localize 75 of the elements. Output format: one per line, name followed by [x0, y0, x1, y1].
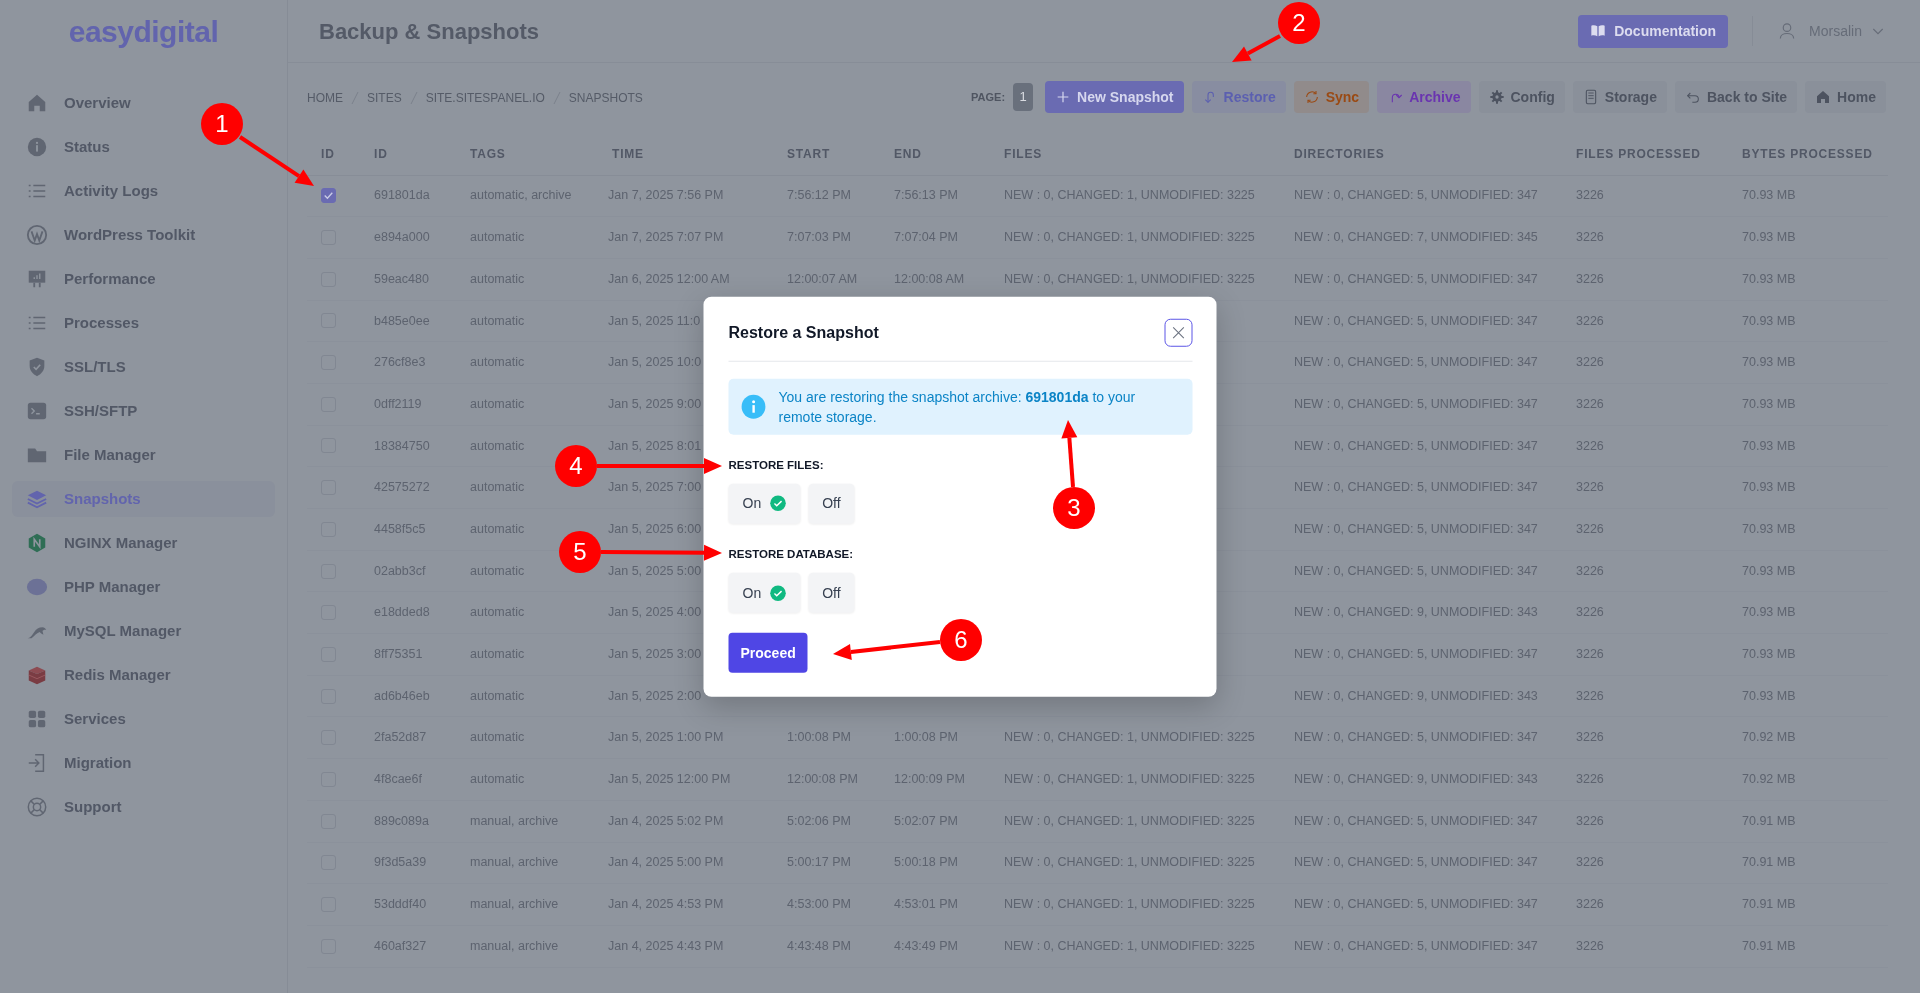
toggle-button[interactable]: On [728, 483, 801, 524]
sidebar-item[interactable]: Activity Logs [12, 173, 275, 209]
proceed-button[interactable]: Proceed [728, 632, 808, 673]
sidebar-item[interactable]: SSL/TLS [12, 349, 275, 385]
alert-text: You are restoring the snapshot archive: 691801da to your remote storage. [778, 387, 1137, 427]
info-icon [26, 136, 48, 158]
check-circle-icon [769, 584, 787, 602]
sidebar-item[interactable]: File Manager [12, 437, 275, 473]
column-header: ID [360, 133, 456, 175]
toolbar-button[interactable]: Home [1805, 81, 1886, 113]
cube-stack-icon [26, 664, 48, 686]
callout-arrow [1232, 34, 1281, 62]
breadcrumb-link[interactable]: HOME [307, 89, 343, 107]
home-icon [26, 92, 48, 114]
column-header: ID [307, 133, 360, 175]
sidebar-item[interactable]: MySQL Manager [12, 613, 275, 649]
page-label: PAGE: [971, 89, 1006, 105]
toolbar-button[interactable]: Archive [1377, 81, 1471, 113]
sidebar-item[interactable]: Performance [12, 261, 275, 297]
settings-icon [1488, 89, 1505, 105]
sidebar-item[interactable]: Services [12, 701, 275, 737]
breadcrumb-link[interactable]: SITE.SITESPANEL.IO [425, 89, 545, 107]
callout-badge: 5 [559, 531, 601, 573]
column-header: DIRECTORIES [1280, 133, 1562, 175]
callout-badge: 2 [1278, 2, 1320, 44]
sidebar-item[interactable]: Redis Manager [12, 657, 275, 693]
close-button[interactable] [1164, 318, 1193, 347]
option-label: RESTORE FILES: [728, 457, 825, 473]
hexagon-icon [26, 532, 48, 554]
sidebar-item[interactable]: PHP Manager [12, 569, 275, 605]
callout-badge: 1 [201, 103, 243, 145]
sidebar-item[interactable]: WordPress Toolkit [12, 217, 275, 253]
toggle-button[interactable]: On [728, 572, 801, 613]
page-title: Backup & Snapshots [319, 17, 540, 46]
breadcrumb-link[interactable]: SITES [367, 89, 402, 107]
callout-arrow [1061, 420, 1078, 488]
wordpress-icon [26, 224, 48, 246]
presentation-icon [26, 268, 48, 290]
info-icon [740, 393, 767, 420]
sidebar-item[interactable]: SSH/SFTP [12, 393, 275, 429]
toolbar-button[interactable]: Config [1478, 81, 1565, 113]
column-header: TAGS [456, 133, 598, 175]
toolbar-button[interactable]: Sync [1293, 81, 1370, 113]
sidebar-item[interactable]: Support [12, 789, 275, 825]
column-header: START [773, 133, 880, 175]
toolbar-button[interactable]: New Snapshot [1045, 81, 1184, 113]
toggle-button[interactable]: Off [808, 572, 855, 613]
lifebuoy-icon [26, 796, 48, 818]
terminal-icon [26, 400, 48, 422]
toggle-button[interactable]: Off [808, 483, 855, 524]
grid-icon [26, 708, 48, 730]
sidebar-item[interactable]: Processes [12, 305, 275, 341]
ellipse-icon [26, 576, 48, 598]
sidebar-item[interactable]: NGINX Manager [12, 525, 275, 561]
column-header: FILES [990, 133, 1280, 175]
documentation-button[interactable]: Documentation [1578, 14, 1729, 48]
sync-icon [1303, 89, 1320, 105]
callout-badge: 4 [555, 445, 597, 487]
book-icon [1590, 23, 1607, 39]
column-header: FILES PROCESSED [1562, 133, 1728, 175]
sidebar-item[interactable]: Migration [12, 745, 275, 781]
option-label: RESTORE DATABASE: [728, 546, 855, 562]
column-header: TIME [598, 133, 773, 175]
layers-icon [26, 488, 48, 510]
home-icon [1815, 89, 1832, 105]
toolbar-button[interactable]: Back to Site [1674, 81, 1798, 113]
column-header: BYTES PROCESSED [1728, 133, 1888, 175]
breadcrumb-link[interactable]: SNAPSHOTS [568, 89, 643, 107]
row-checkbox[interactable] [321, 188, 336, 204]
page-number[interactable]: 1 [1013, 83, 1034, 111]
close-icon [1170, 324, 1187, 341]
toolbar-button[interactable]: Storage [1572, 81, 1667, 113]
modal-title: Restore a Snapshot [728, 322, 879, 343]
check-circle-icon [769, 495, 787, 512]
column-header: END [880, 133, 990, 175]
